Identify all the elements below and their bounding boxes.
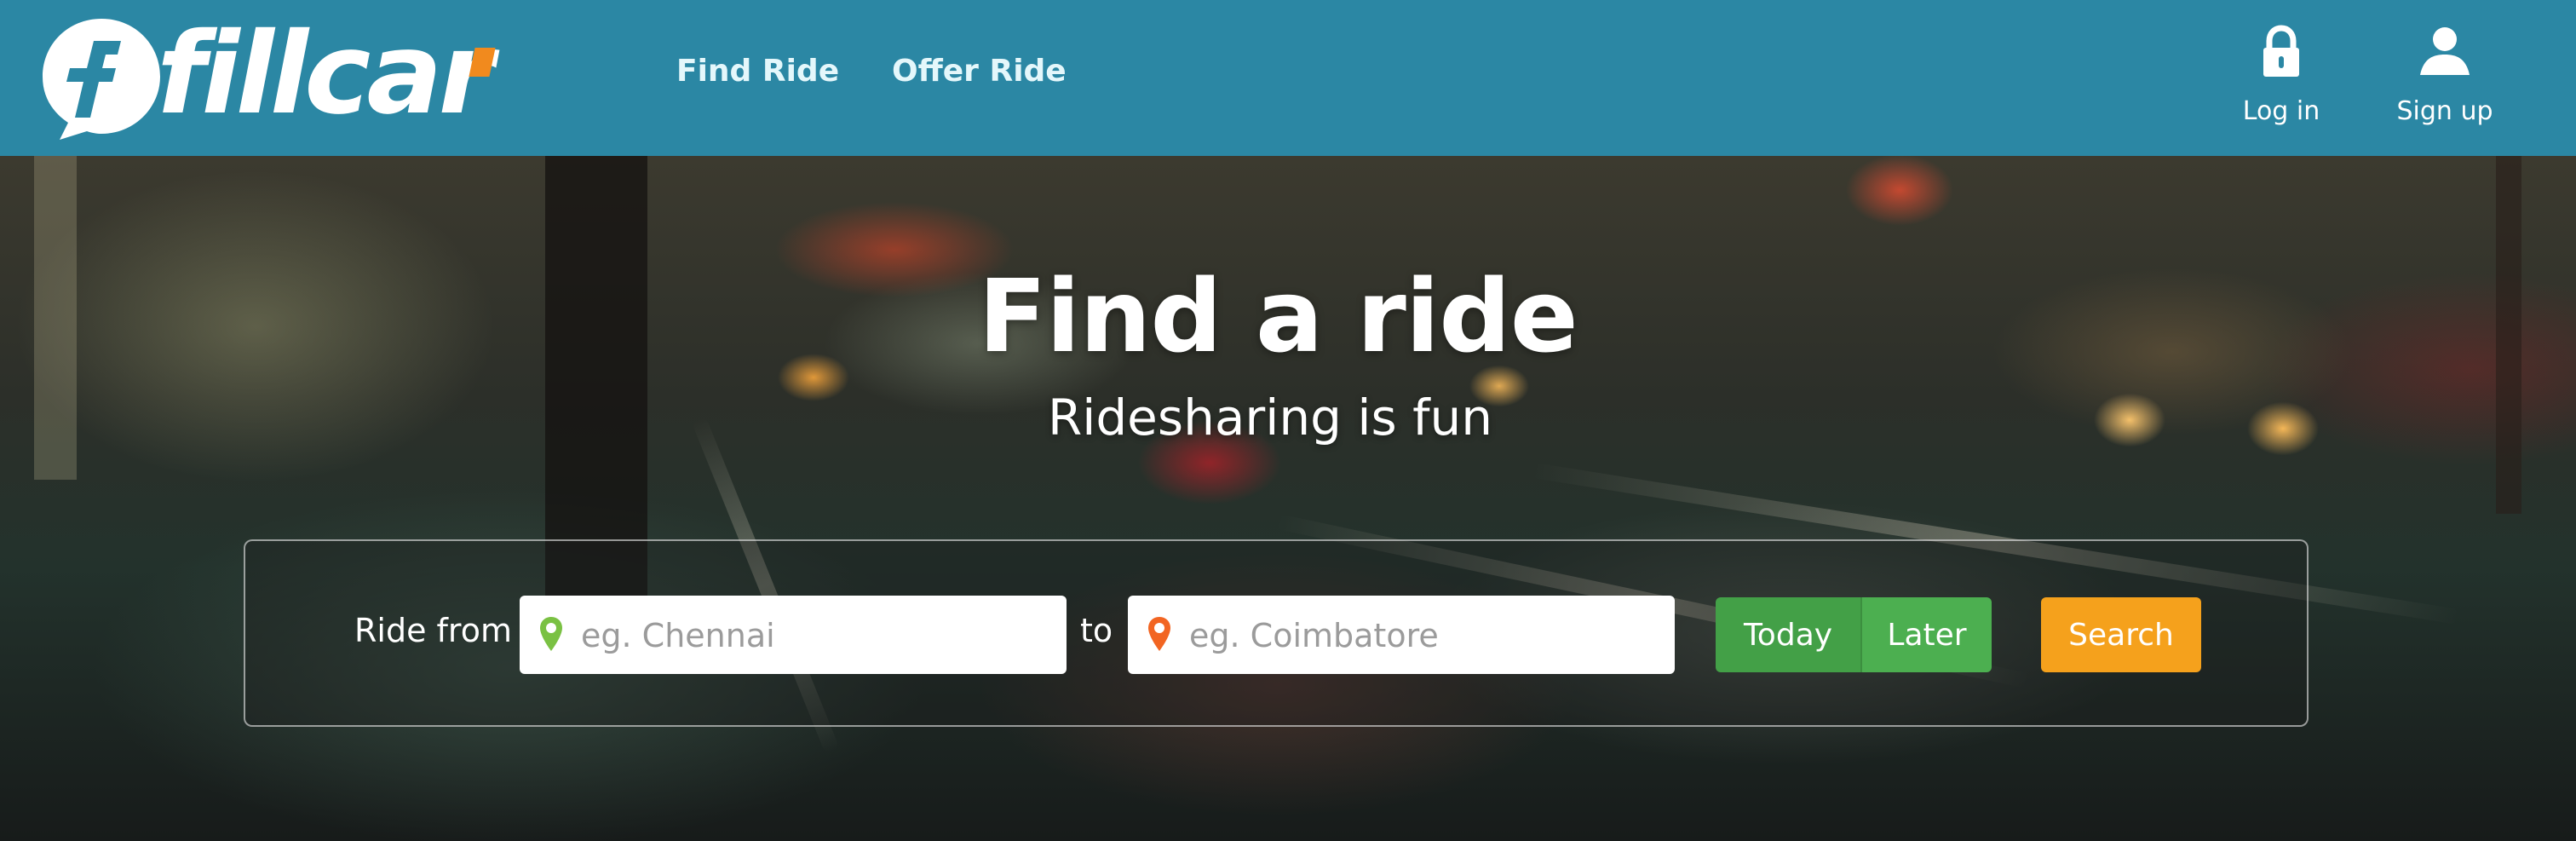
from-field-wrapper[interactable] [520,596,1067,676]
top-nav-bar: fillcar Find Ride Offer Ride Log in Sign… [0,0,2576,156]
from-location-input[interactable] [579,596,1060,676]
signup-button[interactable]: Sign up [2385,24,2504,126]
login-button[interactable]: Log in [2230,24,2332,126]
street-pole [545,156,647,599]
nav-find-ride[interactable]: Find Ride [676,51,839,92]
lock-icon [2263,25,2299,77]
map-pin-green-icon [540,617,562,651]
user-icon [2420,27,2470,75]
hero-title: Find a ride [978,257,1578,375]
hero-subtitle: Ridesharing is fun [1047,389,1493,446]
search-button[interactable]: Search [2041,597,2201,672]
fillcar-logo-mark-icon [43,19,160,140]
to-label: to [1080,612,1113,649]
login-label: Log in [2242,96,2320,126]
hero-banner: Find a ride Ridesharing is fun Ride from… [0,156,2576,841]
nav-offer-ride[interactable]: Offer Ride [892,51,1067,92]
later-toggle-button[interactable]: Later [1860,597,1992,672]
signup-label: Sign up [2396,96,2493,126]
to-location-input[interactable] [1187,596,1668,676]
logo-wordmark: fillcar [157,9,494,140]
ride-search-form: Ride from to Today Later Search [244,539,2309,727]
today-toggle-button[interactable]: Today [1716,597,1860,672]
ride-from-label: Ride from [354,612,512,649]
to-field-wrapper[interactable] [1128,596,1675,676]
map-pin-orange-icon [1148,617,1170,651]
